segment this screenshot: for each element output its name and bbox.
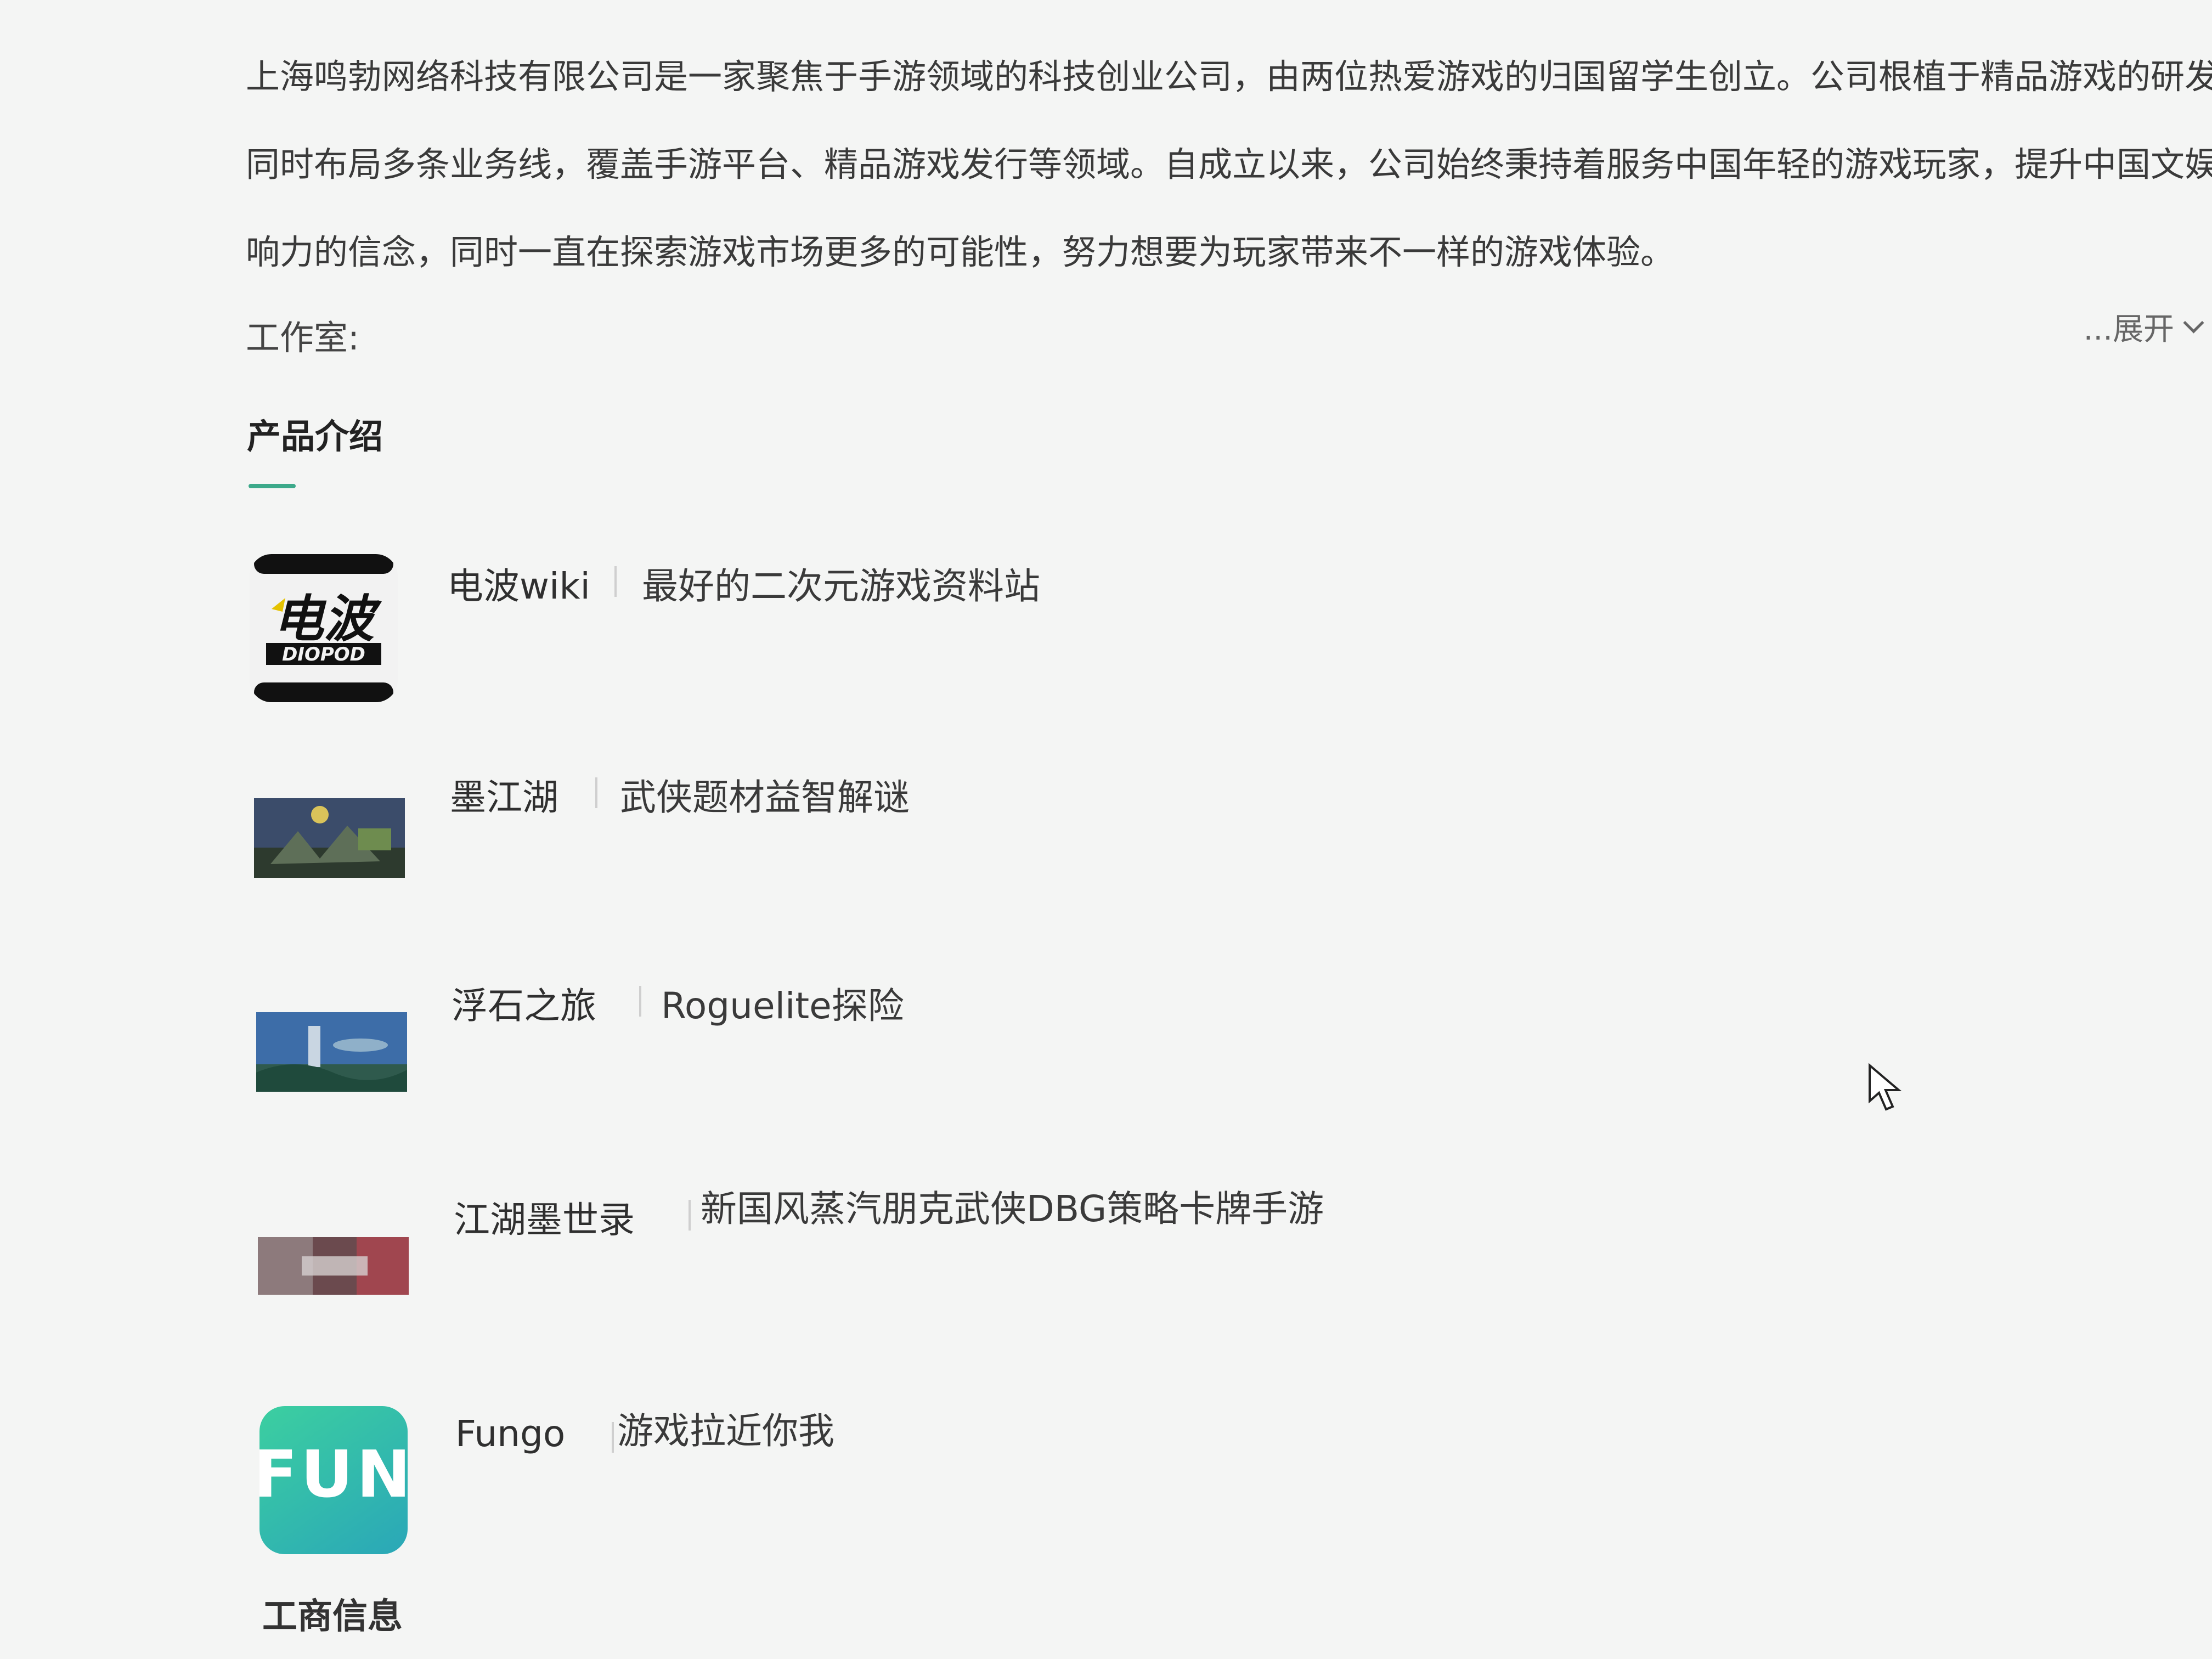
product-name[interactable]: 电波wiki <box>447 557 590 610</box>
separator <box>614 566 617 597</box>
company-intro: 上海鸣勃网络科技有限公司是一家聚焦于手游领域的科技创业公司，由两位热爱游戏的归国… <box>246 33 2212 296</box>
product-item-mojianghu[interactable]: 墨江湖 武侠题材益智解谜 <box>250 768 1566 878</box>
separator <box>612 1422 614 1453</box>
chevron-down-icon <box>2183 312 2204 334</box>
dianbo-wiki-logo-icon: 电波 DIOPOD <box>250 554 398 702</box>
product-name[interactable]: 墨江湖 <box>450 768 558 821</box>
separator <box>639 986 641 1017</box>
fungo-logo-text: FUN <box>259 1436 408 1512</box>
expand-button[interactable]: ...展开 <box>2084 304 2212 349</box>
dianbo-logo-mark: 电波 DIOPOD <box>266 592 382 665</box>
separator <box>689 1200 691 1231</box>
fungo-logo-icon: FUN <box>259 1406 408 1554</box>
logo-bar-top <box>254 554 393 574</box>
logo-bar-bottom <box>254 682 393 702</box>
product-desc: 新国风蒸汽朋克武侠DBG策略卡牌手游 <box>701 1188 1324 1230</box>
business-info-title: 工商信息 <box>262 1596 403 1637</box>
fushi-thumbnail-icon <box>256 1012 407 1092</box>
product-name[interactable]: 江湖墨世录 <box>454 1190 635 1243</box>
product-name[interactable]: Fungo <box>455 1413 565 1455</box>
product-desc: 游戏拉近你我 <box>617 1410 834 1452</box>
expand-label: ...展开 <box>2083 312 2174 347</box>
studio-row: 工作室: ...展开 <box>246 304 2212 359</box>
product-item-fungo[interactable]: FUN Fungo 游戏拉近你我 <box>250 1402 1566 1566</box>
mouse-cursor-icon <box>1869 1063 1902 1111</box>
section-title-underline <box>249 484 296 488</box>
product-name[interactable]: 浮石之旅 <box>452 977 596 1029</box>
intro-line-3: 响力的信念，同时一直在探索游戏市场更多的可能性，努力想要为玩家带来不一样的游戏体… <box>246 232 1675 272</box>
jianghu-moshilu-thumbnail-icon <box>258 1237 409 1295</box>
product-desc: Roguelite探险 <box>661 985 904 1027</box>
product-item-fushi[interactable]: 浮石之旅 Roguelite探险 <box>250 977 1566 1092</box>
products-section-title: 产品介绍 <box>247 416 383 456</box>
product-desc: 武侠题材益智解谜 <box>620 776 910 819</box>
product-item-dianbo-wiki[interactable]: 电波 DIOPOD 电波wiki 最好的二次元游戏资料站 <box>250 554 1566 708</box>
product-desc: 最好的二次元游戏资料站 <box>642 565 1040 607</box>
product-item-jianghu-moshilu[interactable]: 江湖墨世录 新国风蒸汽朋克武侠DBG策略卡牌手游 <box>250 1180 1566 1300</box>
mojianghu-thumbnail-icon <box>254 798 405 878</box>
intro-line-1: 上海鸣勃网络科技有限公司是一家聚焦于手游领域的科技创业公司，由两位热爱游戏的归国… <box>246 57 2212 97</box>
intro-line-2: 同时布局多条业务线，覆盖手游平台、精品游戏发行等领域。自成立以来，公司始终秉持着… <box>246 144 2212 184</box>
dianbo-logo-text-top: 电波 <box>273 592 382 648</box>
separator <box>595 777 597 808</box>
dianbo-logo-text-bottom: DIOPOD <box>282 644 365 665</box>
studio-label: 工作室: <box>246 318 359 358</box>
